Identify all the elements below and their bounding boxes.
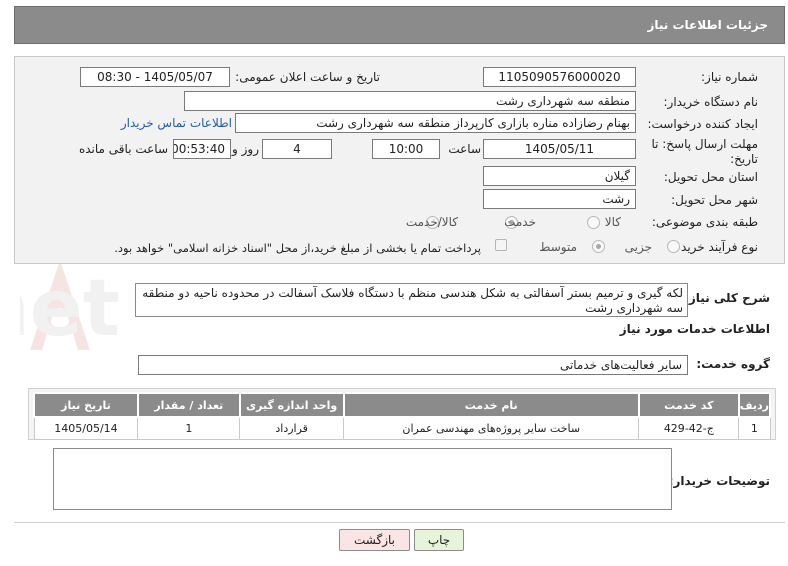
row-number-cell: 1 — [738, 416, 771, 440]
footer-divider — [14, 522, 785, 523]
announce-datetime-field[interactable]: 1405/05/07 - 08:30 — [80, 67, 230, 87]
print-button[interactable]: چاپ — [414, 529, 464, 551]
process-minor-label: جزیی — [624, 240, 652, 254]
buyer-org-label: نام دستگاه خریدار: — [663, 95, 759, 109]
city-field[interactable]: رشت — [483, 189, 636, 209]
category-goods-label: کالا — [604, 215, 621, 229]
category-goods-service-label: کالا/خدمت — [405, 215, 458, 229]
process-minor-radio[interactable] — [667, 240, 680, 253]
category-service-label: خدمت — [504, 215, 536, 229]
quantity-cell: 1 — [137, 416, 241, 440]
need-description-textarea[interactable]: لکه گیری و ترمیم بستر آسفالتی به شکل هند… — [135, 283, 688, 317]
deadline-label: مهلت ارسال پاسخ: تا — [651, 137, 758, 151]
days-remaining-field[interactable]: 4 — [262, 139, 332, 159]
need-date-cell: 1405/05/14 — [33, 416, 139, 440]
col-quantity-header: تعداد / مقدار — [136, 392, 241, 418]
table-row: 1 ج-42-429 ساخت سایر پروژه‌های مهندسی عم… — [33, 416, 771, 440]
col-service-name-header: نام خدمت — [342, 392, 640, 418]
unit-cell: قرارداد — [239, 416, 345, 440]
services-table-header: ردیف کد خدمت نام خدمت واحد اندازه گیری ت… — [33, 392, 772, 418]
service-group-field[interactable]: سایر فعالیت‌های خدماتی — [138, 355, 688, 375]
process-medium-radio[interactable] — [592, 240, 605, 253]
deadline-date-label: تاریخ: — [730, 152, 758, 166]
col-row-header: ردیف — [737, 392, 772, 418]
need-description-label: شرح کلی نیاز: — [684, 291, 770, 305]
creator-label: ایجاد کننده درخواست: — [647, 117, 758, 131]
city-label: شهر محل تحویل: — [671, 193, 758, 207]
buyer-notes-label: توضیحات خریدار: — [668, 474, 770, 488]
buyer-notes-textarea[interactable] — [53, 448, 672, 510]
page-title: جزئیات اطلاعات نیاز — [647, 18, 768, 32]
process-medium-label: متوسط — [539, 240, 577, 254]
remaining-time-label: ساعت باقی مانده — [78, 142, 168, 156]
services-section-title: اطلاعات خدمات مورد نیاز — [619, 322, 770, 336]
category-label: طبقه بندی موضوعی: — [651, 215, 758, 229]
svg-text:AriaTender.net: AriaTender.net — [20, 264, 120, 354]
service-code-cell: ج-42-429 — [638, 416, 740, 440]
announce-datetime-label: تاریخ و ساعت اعلان عمومی: — [235, 70, 380, 84]
deadline-time-field[interactable]: 10:00 — [372, 139, 440, 159]
need-description-text: لکه گیری و ترمیم بستر آسفالتی به شکل هند… — [142, 286, 683, 315]
need-number-label: شماره نیاز: — [701, 70, 758, 84]
category-goods-radio[interactable] — [587, 216, 600, 229]
buyer-contact-link[interactable]: اطلاعات تماس خریدار — [121, 116, 232, 130]
creator-field[interactable]: بهنام رضازاده مناره بازاری کارپرداز منطق… — [235, 113, 636, 133]
need-details-panel — [14, 56, 785, 264]
province-field[interactable]: گیلان — [483, 166, 636, 186]
services-table: ردیف کد خدمت نام خدمت واحد اندازه گیری ت… — [33, 392, 772, 440]
deadline-date-field[interactable]: 1405/05/11 — [483, 139, 636, 159]
deadline-time-label: ساعت — [448, 142, 481, 156]
remaining-time-field[interactable]: 00:53:40 — [173, 139, 231, 159]
need-number-field[interactable]: 1105090576000020 — [483, 67, 636, 87]
col-service-code-header: کد خدمت — [637, 392, 740, 418]
province-label: استان محل تحویل: — [663, 170, 758, 184]
process-type-label: نوع فرآیند خرید : — [673, 240, 758, 254]
days-label: روز و — [232, 142, 259, 156]
service-name-cell: ساخت سایر پروژه‌های مهندسی عمران — [343, 416, 640, 440]
col-unit-header: واحد اندازه گیری — [238, 392, 345, 418]
service-group-label: گروه خدمت: — [696, 357, 770, 371]
back-button[interactable]: بازگشت — [339, 529, 410, 551]
buyer-org-field[interactable]: منطقه سه شهرداری رشت — [184, 91, 636, 111]
treasury-payment-checkbox[interactable] — [495, 239, 507, 251]
col-need-date-header: تاریخ نیاز — [33, 392, 139, 418]
treasury-payment-note: پرداخت تمام یا بخشی از مبلغ خرید،از محل … — [114, 241, 481, 255]
page-title-bar: جزئیات اطلاعات نیاز — [14, 6, 785, 44]
